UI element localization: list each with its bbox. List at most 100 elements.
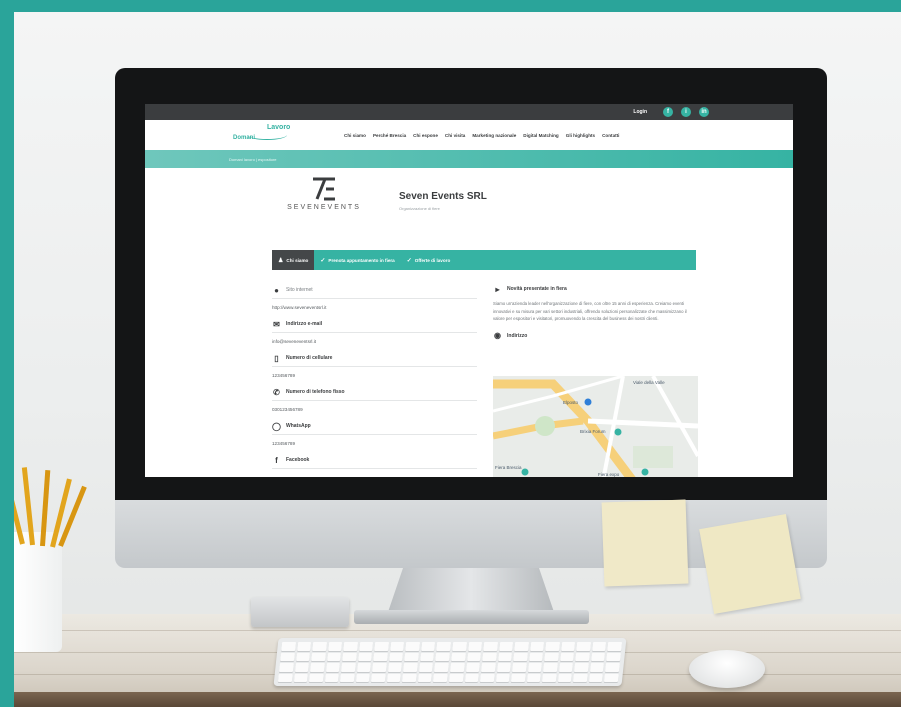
keyboard-key <box>402 673 417 682</box>
desk-grain <box>14 630 901 631</box>
contact-label-text: Numero di cellulare <box>286 355 333 361</box>
keyboard-key <box>277 673 293 682</box>
tab-chi-siamo[interactable]: ♟ Chi siamo <box>272 250 315 270</box>
keyboard-key <box>280 652 295 661</box>
keyboard-key <box>514 642 529 651</box>
map-label: Fiera Brescia <box>495 465 522 470</box>
tab-prenota-appuntamento[interactable]: ✓ Prenota appuntamento in fiera <box>314 250 400 270</box>
tab-label: Prenota appuntamento in fiera <box>328 257 395 263</box>
contact-value-email[interactable]: info@seveneventsrl.it <box>272 333 477 350</box>
keyboard-key <box>573 673 588 682</box>
map-label: Viale della Valle <box>633 380 665 385</box>
nav-marketing-nazionale[interactable]: Marketing nazionale <box>472 133 516 138</box>
keyboard-key <box>311 652 326 661</box>
keyboard-key <box>357 652 373 661</box>
keyboard-key <box>421 642 436 651</box>
keyboard-key <box>435 652 450 661</box>
breadcrumb[interactable]: Domani lavoro | espositore <box>229 157 277 162</box>
keyboard-key <box>324 673 339 682</box>
contact-value-mobile[interactable]: 123456789 <box>272 367 477 384</box>
keyboard-key <box>373 652 388 661</box>
news-title: Novità presentate in fiera <box>507 286 567 292</box>
keyboard-key <box>403 663 418 672</box>
nav-chi-visita[interactable]: Chi visita <box>445 133 465 138</box>
desk-photo: Login f i in Lavoro Domani Chi siamo Per… <box>14 12 901 707</box>
contact-value-whatsapp[interactable]: 123456789 <box>272 435 477 452</box>
keyboard-key <box>545 642 560 651</box>
keyboard <box>273 638 627 686</box>
monitor-stand-base <box>354 610 589 624</box>
keyboard-key <box>388 652 404 661</box>
location-pin-icon: ◉ <box>494 331 501 341</box>
nav-gli-highlights[interactable]: Gli highlights <box>566 133 595 138</box>
keyboard-key <box>390 642 405 651</box>
keyboard-key <box>293 673 308 682</box>
keyboard-key <box>417 673 433 682</box>
keyboard-key <box>387 663 403 672</box>
nav-digital-matching[interactable]: Digital Matching <box>523 133 558 138</box>
keyboard-key <box>404 652 419 661</box>
linkedin-icon[interactable]: in <box>699 107 709 117</box>
keyboard-key <box>343 642 358 651</box>
keyboard-key <box>325 663 341 672</box>
company-name: Seven Events SRL <box>399 191 487 202</box>
breadcrumb-bar: Domani lavoro | espositore <box>145 150 793 168</box>
keyboard-key <box>497 652 513 661</box>
keyboard-key <box>511 673 526 682</box>
address-heading: ◉ Indirizzo <box>493 329 698 343</box>
keyboard-key <box>358 642 374 651</box>
contact-label-text: Facebook <box>286 457 310 463</box>
contact-label-mobile: ▯ Numero di cellulare <box>272 350 477 367</box>
nav-perche-brescia[interactable]: Perché Brescia <box>373 133 406 138</box>
keyboard-key <box>467 642 483 651</box>
keyboard-key <box>542 673 557 682</box>
profile-tabs: ♟ Chi siamo ✓ Prenota appuntamento in fi… <box>272 250 696 270</box>
site-logo[interactable]: Lavoro Domani <box>229 122 304 148</box>
nav-chi-espone[interactable]: Chi espone <box>413 133 438 138</box>
address-map[interactable]: Elposto Brixia Forum Fiera Brescia Fiera… <box>493 376 698 477</box>
keyboard-key <box>356 663 372 672</box>
map-label: Brixia Forum <box>580 429 606 434</box>
mouse <box>689 650 765 688</box>
keyboard-key <box>557 673 573 682</box>
keyboard-key <box>544 652 559 661</box>
keyboard-key <box>296 642 312 651</box>
keyboard-key <box>279 663 294 672</box>
logo-line2: Domani <box>233 135 256 141</box>
keyboard-key <box>479 673 495 682</box>
keyboard-key <box>372 663 387 672</box>
login-link[interactable]: Login <box>633 109 647 115</box>
pencil-cup <box>14 532 62 652</box>
news-and-address: ▸ Novità presentate in fiera Siamo un'az… <box>493 282 698 477</box>
contact-value-website[interactable]: http://www.seveneventsrl.it <box>272 299 477 316</box>
map-label: Elposto <box>563 400 579 405</box>
contact-label-website: ● Sito internet <box>272 282 477 299</box>
keyboard-key <box>495 673 510 682</box>
keyboard-key <box>558 663 574 672</box>
desk-edge <box>14 692 901 707</box>
keyboard-key <box>498 642 514 651</box>
keyboard-key <box>513 652 528 661</box>
contact-value-phone[interactable]: 030123456789 <box>272 401 477 418</box>
company-logo: SEVENEVENTS <box>279 176 369 222</box>
instagram-icon[interactable]: i <box>681 107 691 117</box>
keyboard-key <box>528 652 544 661</box>
check-icon: ✓ <box>406 257 412 264</box>
keyboard-key <box>326 652 342 661</box>
keyboard-key <box>483 642 498 651</box>
keyboard-key <box>312 642 327 651</box>
keyboard-key <box>374 642 389 651</box>
keyboard-key <box>371 673 386 682</box>
nav-contatti[interactable]: Contatti <box>602 133 619 138</box>
top-bar: Login f i in <box>145 104 793 120</box>
sticky-note <box>699 514 801 614</box>
facebook-icon[interactable]: f <box>663 107 673 117</box>
keyboard-key <box>575 652 590 661</box>
tab-label: Offerte di lavoro <box>414 257 451 263</box>
nav-chi-siamo[interactable]: Chi siamo <box>344 133 366 138</box>
contact-label-text: Numero di telefono fisso <box>286 389 345 395</box>
sticky-note <box>601 499 689 587</box>
check-icon: ✓ <box>320 257 326 264</box>
keyboard-key <box>418 663 434 672</box>
tab-offerte-lavoro[interactable]: ✓ Offerte di lavoro <box>401 250 457 270</box>
